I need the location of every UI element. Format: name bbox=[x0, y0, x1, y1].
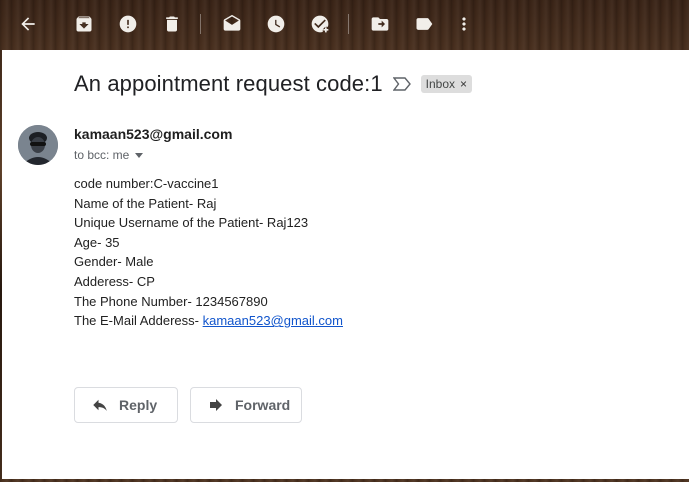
add-to-tasks-icon[interactable] bbox=[308, 12, 332, 36]
recipient-line: to bcc: me bbox=[74, 148, 130, 162]
sender-email[interactable]: kamaan523@gmail.com bbox=[74, 126, 232, 142]
toolbar-divider bbox=[200, 14, 201, 34]
subject-row: An appointment request code:1 Inbox × bbox=[74, 68, 473, 100]
email-line-prefix: The E-Mail Adderess- bbox=[74, 313, 203, 329]
label-icon[interactable] bbox=[412, 12, 436, 36]
more-options-icon[interactable] bbox=[452, 12, 476, 36]
sender-avatar[interactable] bbox=[18, 125, 58, 165]
forward-label: Forward bbox=[235, 397, 291, 413]
toolbar-divider bbox=[348, 14, 349, 34]
remove-label-icon[interactable]: × bbox=[460, 77, 467, 91]
email-link[interactable]: kamaan523@gmail.com bbox=[203, 313, 343, 328]
inbox-label-chip: Inbox × bbox=[420, 75, 473, 93]
reply-button[interactable]: Reply bbox=[74, 387, 178, 423]
body-line: Name of the Patient- Raj bbox=[74, 195, 217, 211]
important-marker-icon[interactable] bbox=[392, 74, 413, 94]
toolbar bbox=[0, 0, 689, 50]
delete-icon[interactable] bbox=[160, 12, 184, 36]
chevron-down-icon[interactable] bbox=[135, 152, 144, 158]
message-body: code number:C-vaccine1 Name of the Patie… bbox=[74, 174, 343, 331]
reply-label: Reply bbox=[119, 397, 158, 413]
forward-button[interactable]: Forward bbox=[190, 387, 302, 423]
reply-icon bbox=[93, 399, 107, 411]
body-line: Adderess- CP bbox=[74, 273, 155, 289]
label-chip-text: Inbox bbox=[425, 77, 456, 91]
forward-icon bbox=[210, 399, 222, 411]
message-subject: An appointment request code:1 bbox=[74, 71, 383, 96]
body-line: Gender- Male bbox=[74, 254, 154, 270]
archive-icon[interactable] bbox=[72, 12, 96, 36]
message-panel: An appointment request code:1 Inbox × ka… bbox=[2, 50, 689, 479]
move-to-icon[interactable] bbox=[368, 12, 392, 36]
body-line: code number:C-vaccine1 bbox=[74, 176, 219, 191]
body-line-email: The E-Mail Adderess- kamaan523@gmail.com bbox=[74, 311, 343, 331]
body-line: The Phone Number- 1234567890 bbox=[74, 293, 268, 309]
report-spam-icon[interactable] bbox=[116, 12, 140, 36]
back-arrow-icon[interactable] bbox=[16, 12, 40, 36]
body-line: Unique Username of the Patient- Raj123 bbox=[74, 215, 309, 231]
mark-unread-icon[interactable] bbox=[220, 12, 244, 36]
snooze-icon[interactable] bbox=[264, 12, 288, 36]
body-line: Age- 35 bbox=[74, 234, 120, 250]
recipient-details-toggle[interactable]: to bcc: me bbox=[74, 148, 144, 162]
